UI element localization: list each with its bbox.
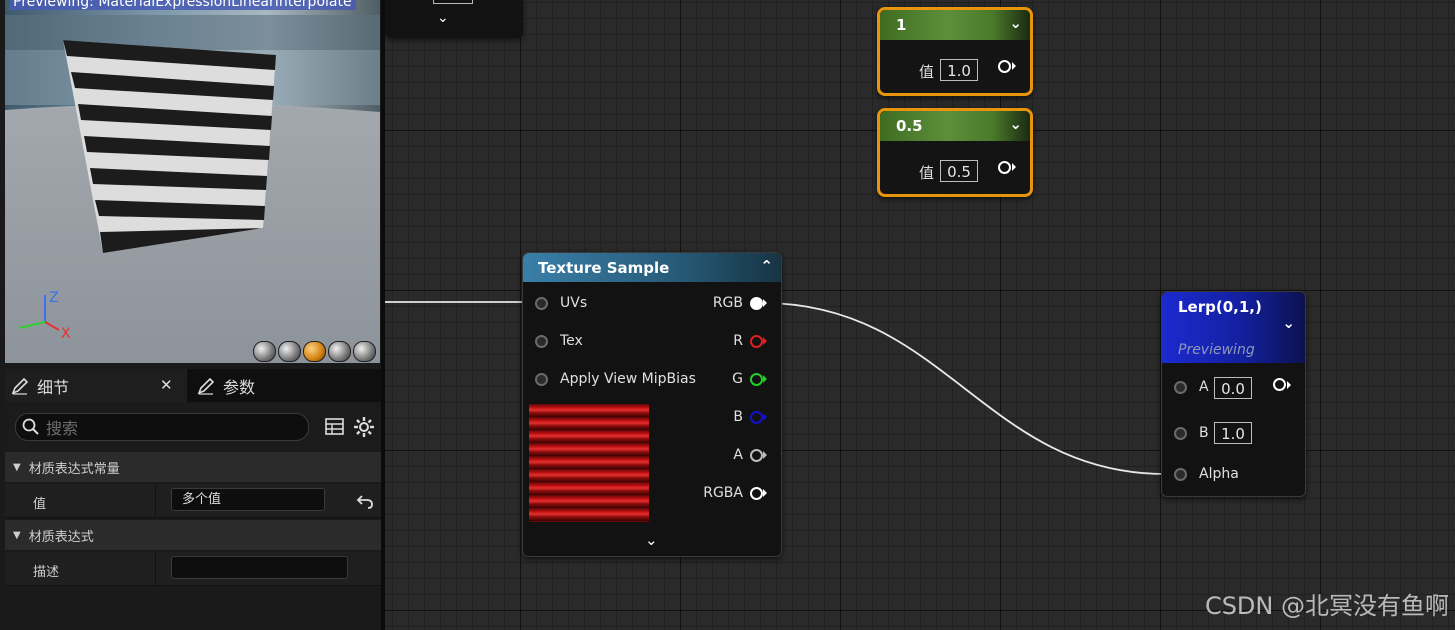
category-label: 材质表达式 — [28, 529, 94, 545]
constant-value-input[interactable]: 1.0 — [940, 59, 978, 81]
tab-details[interactable]: 细节 ✕ — [5, 369, 187, 402]
cube-icon[interactable] — [328, 341, 351, 362]
gear-icon[interactable] — [353, 416, 375, 438]
constant-node-header: 1 ⌄ — [880, 10, 1030, 40]
output-pin[interactable] — [998, 161, 1011, 174]
partial-node[interactable]: ⌄ — [385, 0, 523, 38]
constant-node-title: 1 — [896, 16, 907, 34]
output-label-r: R — [733, 333, 743, 349]
chevron-down-icon[interactable]: ⌄ — [645, 531, 658, 549]
search-row: 搜索 — [5, 403, 381, 451]
search-input[interactable]: 搜索 — [15, 413, 309, 441]
constant-node-title: 0.5 — [896, 117, 923, 135]
property-label-value: 值 — [33, 497, 47, 512]
left-panel: Previewing: MaterialExpressionLinearInte… — [0, 0, 381, 630]
wire-rgb-to-alpha — [762, 302, 1166, 475]
preview-title: Previewing: MaterialExpressionLinearInte… — [9, 0, 356, 10]
close-icon[interactable]: ✕ — [160, 376, 173, 394]
lerp-node[interactable]: Lerp(0,1,) ⌄ Previewing A 0.0 B 1.0 Alph… — [1161, 291, 1306, 497]
category-material-expression-constant[interactable]: ▼ 材质表达式常量 — [5, 452, 381, 482]
texture-sample-title: Texture Sample — [538, 259, 670, 277]
material-graph-canvas[interactable]: ⌄ 1 ⌄ 值 1.0 0.5 ⌄ 值 0.5 Texture Sample ⌃… — [385, 0, 1455, 630]
collapse-arrow-icon: ▼ — [13, 529, 21, 541]
input-label-tex: Tex — [560, 333, 583, 349]
cylinder-icon[interactable] — [253, 341, 276, 362]
sphere-icon[interactable] — [278, 341, 301, 362]
texture-thumbnail — [529, 404, 649, 522]
output-pin-result[interactable] — [1273, 378, 1286, 391]
tab-params[interactable]: 参数 — [193, 369, 381, 402]
pencil-icon — [197, 377, 215, 395]
material-preview-viewport[interactable]: Previewing: MaterialExpressionLinearInte… — [5, 0, 380, 363]
chevron-down-icon[interactable]: ⌄ — [437, 10, 449, 26]
output-pin-rgb[interactable] — [750, 297, 763, 310]
input-pin-mipbias[interactable] — [535, 373, 548, 386]
input-pin-tex[interactable] — [535, 335, 548, 348]
constant-value-label: 值 — [919, 63, 935, 81]
category-label: 材质表达式常量 — [28, 461, 120, 477]
table-view-icon[interactable] — [325, 417, 345, 437]
property-label-description: 描述 — [33, 565, 60, 580]
output-pin-a[interactable] — [750, 449, 763, 462]
collapse-arrow-icon: ▼ — [13, 461, 21, 473]
input-pin-alpha[interactable] — [1174, 468, 1187, 481]
texture-sample-header: Texture Sample ⌃ — [523, 253, 781, 282]
input-label-mipbias: Apply View MipBias — [560, 371, 696, 387]
property-value-input[interactable]: 多个值 — [171, 488, 325, 511]
output-label-g: G — [732, 371, 743, 387]
chevron-down-icon[interactable]: ⌄ — [1009, 14, 1022, 32]
tab-params-label: 参数 — [223, 377, 256, 397]
property-row-value: 值 多个值 — [5, 484, 381, 518]
chevron-down-icon[interactable]: ⌄ — [1282, 314, 1295, 332]
chevron-down-icon[interactable]: ⌄ — [1009, 115, 1022, 133]
lerp-title: Lerp(0,1,) — [1178, 298, 1262, 316]
teapot-icon[interactable] — [353, 341, 376, 362]
output-pin[interactable] — [998, 60, 1011, 73]
pencil-icon — [11, 377, 29, 395]
output-label-rgba: RGBA — [703, 485, 743, 501]
input-pin-b[interactable] — [1174, 427, 1187, 440]
input-pin-uvs[interactable] — [535, 297, 548, 310]
input-label-b: B — [1199, 425, 1209, 441]
plane-icon[interactable] — [303, 341, 326, 362]
input-label-uvs: UVs — [560, 295, 588, 311]
reset-arrow-icon[interactable] — [356, 493, 374, 509]
property-row-description: 描述 — [5, 552, 381, 586]
details-tabbar: 细节 ✕ 参数 — [5, 369, 381, 402]
output-pin-b[interactable] — [750, 411, 763, 424]
search-icon — [22, 418, 39, 435]
tab-details-label: 细节 — [37, 377, 70, 397]
output-pin-r[interactable] — [750, 335, 763, 348]
constant-value-label: 值 — [919, 164, 935, 182]
constant-node-header: 0.5 ⌄ — [880, 111, 1030, 141]
constant-node-2[interactable]: 0.5 ⌄ 值 0.5 — [877, 108, 1033, 197]
output-label-b: B — [733, 409, 743, 425]
preview-shape-toolbar — [253, 341, 376, 362]
output-pin-g[interactable] — [750, 373, 763, 386]
axis-gizmo: Z X — [18, 290, 71, 342]
axis-z-label: Z — [49, 290, 59, 306]
category-material-expression[interactable]: ▼ 材质表达式 — [5, 520, 381, 550]
chevron-up-icon[interactable]: ⌃ — [760, 257, 773, 275]
lerp-header: Lerp(0,1,) ⌄ Previewing — [1162, 292, 1305, 363]
input-label-a: A — [1199, 379, 1209, 395]
input-label-alpha: Alpha — [1199, 466, 1239, 482]
output-pin-rgba[interactable] — [750, 487, 763, 500]
output-label-a: A — [733, 447, 743, 463]
input-pin-a[interactable] — [1174, 381, 1187, 394]
constant-value-input[interactable]: 0.5 — [940, 160, 978, 182]
property-description-input[interactable] — [171, 556, 348, 579]
input-value-b[interactable]: 1.0 — [1214, 422, 1252, 444]
texture-sample-node[interactable]: Texture Sample ⌃ UVs Tex Apply View MipB… — [522, 252, 782, 557]
constant-node-1[interactable]: 1 ⌄ 值 1.0 — [877, 7, 1033, 96]
output-label-rgb: RGB — [712, 295, 743, 311]
watermark: CSDN @北冥没有鱼啊 — [1204, 592, 1449, 620]
search-placeholder: 搜索 — [46, 419, 79, 438]
axis-x-label: X — [61, 326, 71, 342]
input-value-a[interactable]: 0.0 — [1214, 377, 1252, 399]
lerp-subtitle: Previewing — [1178, 342, 1255, 358]
